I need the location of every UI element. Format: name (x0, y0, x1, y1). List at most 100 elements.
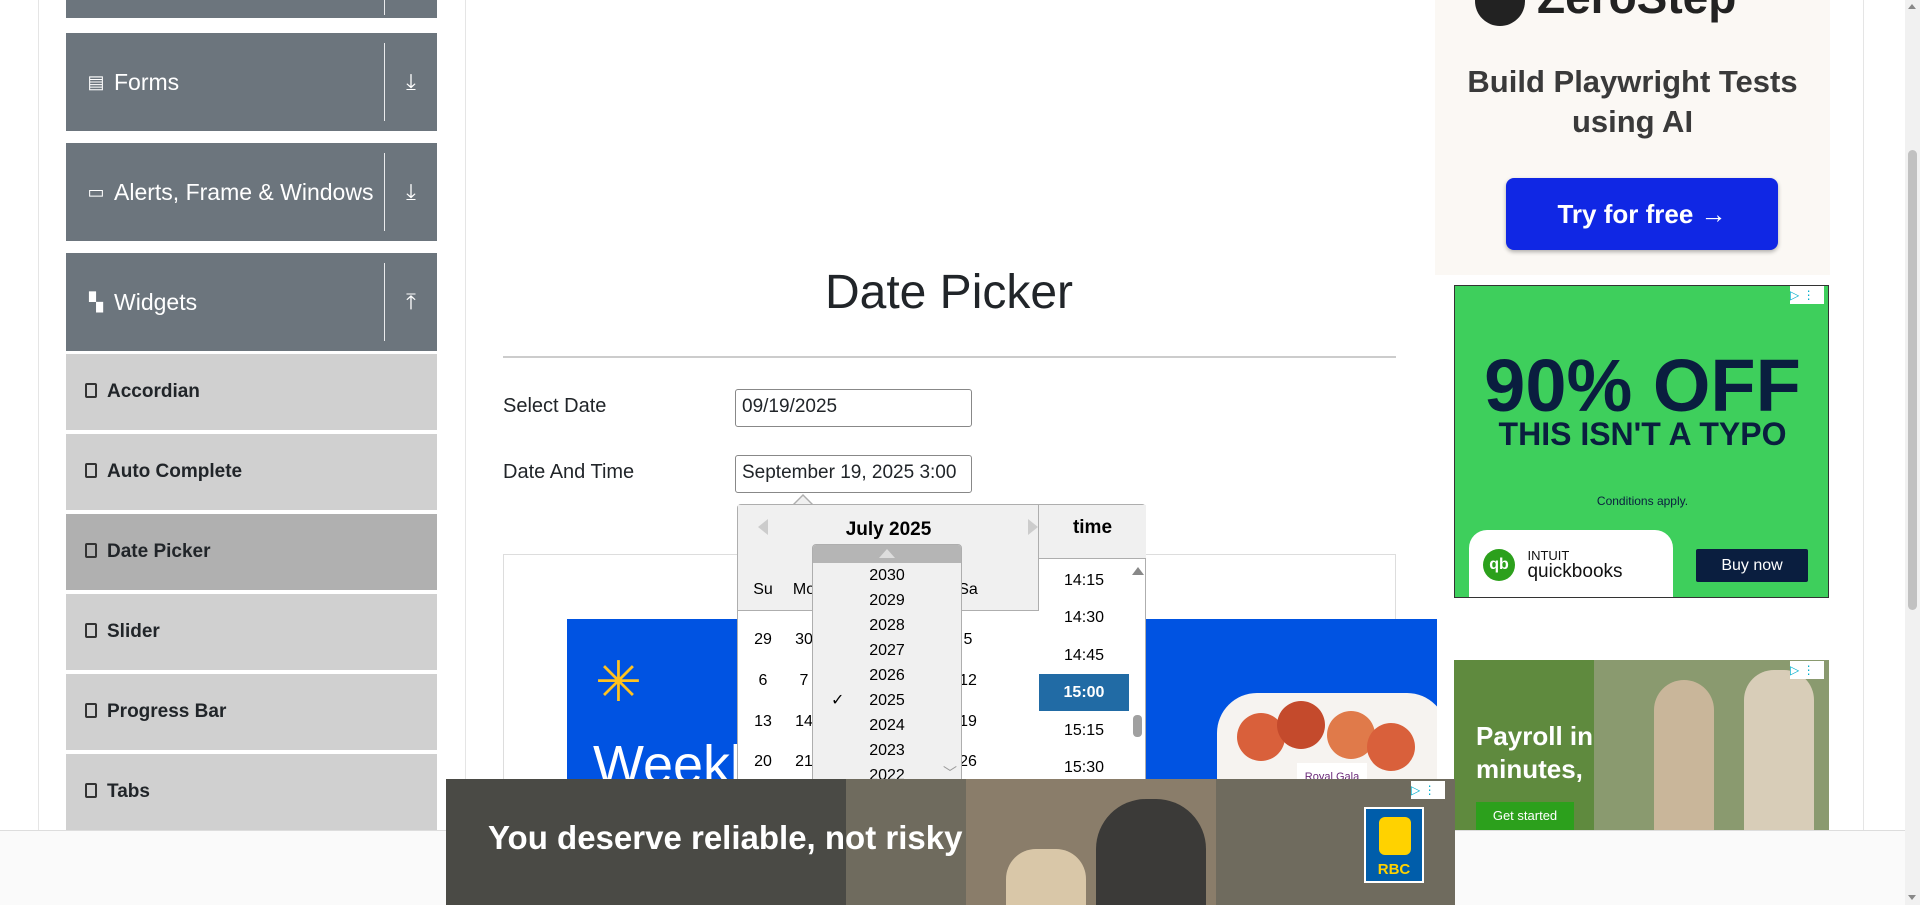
window-icon: ▭ (87, 181, 105, 202)
page-scrollbar[interactable] (1905, 0, 1920, 905)
sidebar-item-accordian[interactable]: Accordian (66, 352, 437, 430)
payroll-ad[interactable]: Payroll in minutes, Get started (1454, 660, 1829, 830)
discount-headline: 90% OFF (1484, 344, 1801, 427)
weekday-label: Su (753, 581, 773, 598)
discount-subline: THIS ISN'T A TYPO (1498, 416, 1787, 452)
select-date-input[interactable]: 09/19/2025 (735, 389, 972, 427)
get-started-button[interactable]: Get started (1476, 802, 1574, 830)
sidebar-item-label: Slider (107, 621, 160, 642)
buy-now-button[interactable]: Buy now (1696, 549, 1808, 582)
sidebar-group-forms[interactable]: ▤ Forms ⤓ (66, 33, 437, 131)
year-option[interactable]: 2028 (813, 613, 961, 638)
year-option[interactable]: 2030 (813, 563, 961, 588)
divider (1863, 0, 1864, 830)
sidebar-item-label: Accordian (107, 381, 200, 402)
quickbooks-logo: qb INTUIT quickbooks (1469, 530, 1673, 597)
rbc-crest-icon (1379, 817, 1411, 855)
zerostep-logo: ZeroStep (1475, 0, 1736, 26)
next-month-icon[interactable] (1028, 519, 1038, 535)
ad-choices-icon[interactable]: ▷ ⋮ (1411, 781, 1445, 799)
divider (503, 356, 1396, 358)
scroll-down-icon[interactable] (1908, 895, 1916, 900)
html5-icon (85, 782, 97, 798)
year-option[interactable]: 2026 (813, 663, 961, 688)
scroll-up-icon[interactable] (1908, 4, 1916, 9)
left-panel: ▤ Forms ⤓ ▭ Alerts, Frame & Windows ⤓ ▚ … (38, 0, 466, 830)
widgets-icon: ▚ (89, 291, 103, 312)
scrollbar-thumb[interactable] (1908, 150, 1917, 610)
person-image (1654, 680, 1714, 830)
rbc-headline: You deserve reliable, not risky (488, 819, 963, 856)
year-option[interactable]: 2027 (813, 638, 961, 663)
calendar-day[interactable]: 13 (743, 713, 783, 731)
current-month-label: July 2025 (845, 519, 932, 540)
zerostep-headline: Build Playwright Tests using AI (1467, 64, 1798, 139)
sidebar-item-auto-complete[interactable]: Auto Complete (66, 432, 437, 510)
try-for-free-button[interactable]: Try for free → (1506, 178, 1778, 250)
year-option[interactable]: 2029 (813, 588, 961, 613)
html5-icon (85, 542, 97, 558)
download-arrow-icon[interactable]: ⤓ (385, 69, 437, 95)
scrollbar-thumb[interactable] (1133, 715, 1142, 737)
scroll-up-icon[interactable] (1132, 567, 1144, 575)
year-option-selected[interactable]: ✓ 2025 (813, 688, 961, 713)
date-time-input[interactable]: September 19, 2025 3:00 (735, 455, 972, 493)
sidebar-group-label: Alerts, Frame & Windows (114, 178, 374, 205)
quickbooks-ad[interactable]: 90% OFF THIS ISN'T A TYPO Conditions app… (1454, 285, 1829, 598)
html5-icon (85, 622, 97, 638)
check-icon: ✓ (831, 692, 845, 709)
conditions-text: Conditions apply. (1596, 494, 1689, 508)
zerostep-ad[interactable]: ZeroStep Build Playwright Tests using AI… (1435, 0, 1830, 275)
rbc-logo: RBC (1364, 807, 1424, 883)
ad-choices-icon[interactable]: ▷ ⋮ (1790, 661, 1824, 679)
chevron-up-icon (879, 549, 895, 558)
time-list-scrollbar[interactable] (1130, 563, 1144, 803)
sidebar-group-alerts[interactable]: ▭ Alerts, Frame & Windows ⤓ (66, 143, 437, 241)
calendar-day[interactable]: 20 (743, 753, 783, 771)
person-image (1744, 670, 1814, 830)
sidebar-item-slider[interactable]: Slider (66, 592, 437, 670)
dog-image (1006, 849, 1086, 905)
divider (384, 42, 385, 122)
payroll-headline: Payroll in minutes, (1476, 721, 1594, 784)
document-icon: ▤ (87, 71, 105, 92)
sidebar-group-label: Widgets (114, 288, 198, 315)
time-option[interactable]: 14:15 (1039, 562, 1129, 599)
sidebar-item-progress-bar[interactable]: Progress Bar (66, 672, 437, 750)
upload-arrow-icon[interactable]: ⤒ (385, 289, 437, 315)
year-scroll-up-button[interactable] (813, 545, 961, 563)
time-option[interactable]: 14:45 (1039, 637, 1129, 674)
sidebar-item-label: Date Picker (107, 541, 211, 562)
sidebar-group-label: Forms (114, 68, 180, 95)
sidebar-group-widgets[interactable]: ▚ Widgets ⤒ (66, 253, 437, 351)
download-arrow-icon[interactable]: ⤓ (385, 179, 437, 205)
walmart-spark-icon: ✳ (595, 650, 642, 713)
ad-choices-icon[interactable]: ▷ ⋮ (1790, 286, 1824, 304)
sidebar-item-label: Progress Bar (107, 701, 227, 722)
year-dropdown: 2030 2029 2028 2027 2026 ✓ 2025 2024 202… (812, 544, 962, 814)
html5-icon (85, 702, 97, 718)
time-option[interactable]: 15:15 (1039, 712, 1129, 749)
rbc-ad[interactable]: You deserve reliable, not risky RBC (446, 779, 1455, 905)
year-option[interactable]: 2024 (813, 713, 961, 738)
calendar-day[interactable]: 6 (743, 672, 783, 690)
select-date-label: Select Date (503, 395, 607, 417)
sidebar-group-elements[interactable] (66, 0, 437, 18)
html5-icon (85, 462, 97, 478)
time-option[interactable]: 14:30 (1039, 599, 1129, 636)
calendar-day[interactable]: 29 (743, 631, 783, 649)
man-image (1096, 799, 1206, 905)
sidebar-item-date-picker[interactable]: Date Picker (66, 512, 437, 590)
quickbooks-icon: qb (1483, 548, 1515, 581)
year-option[interactable]: 2023 (813, 738, 961, 763)
divider (384, 262, 385, 342)
page-title: Date Picker (824, 266, 1074, 319)
page: ▤ Forms ⤓ ▭ Alerts, Frame & Windows ⤓ ▚ … (0, 0, 1920, 905)
date-time-label: Date And Time (503, 461, 635, 483)
sidebar-item-tabs[interactable]: Tabs (66, 752, 437, 830)
sidebar-item-label: Tabs (107, 781, 150, 802)
time-option-selected[interactable]: 15:00 (1039, 674, 1129, 711)
html5-icon (85, 382, 97, 398)
sidebar-item-label: Auto Complete (107, 461, 243, 482)
divider (384, 152, 385, 232)
